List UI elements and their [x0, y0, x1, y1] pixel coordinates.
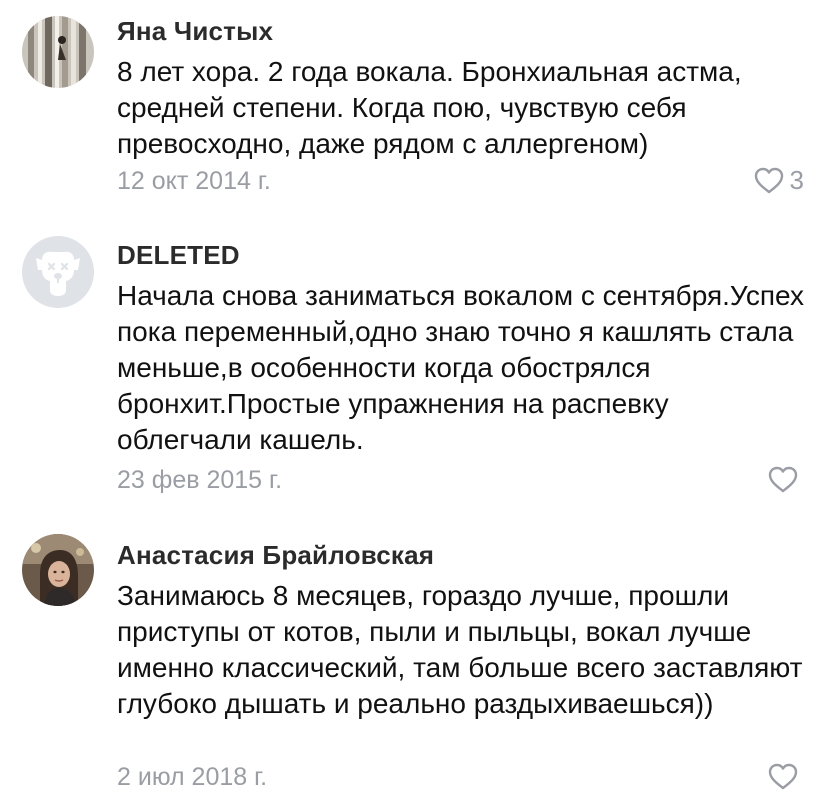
comment-text: Занимаюсь 8 месяцев, гораздо лучше, прош… — [117, 580, 803, 719]
comment-text: Начала снова заниматься вокалом с сентяб… — [117, 280, 804, 455]
comment-date[interactable]: 2 июл 2018 г. — [117, 763, 267, 792]
avatar-photo — [22, 16, 94, 88]
like-button[interactable] — [768, 462, 804, 496]
comment-item: DELETED Начала снова заниматься вокалом … — [0, 220, 828, 520]
comment-author: DELETED — [117, 240, 240, 270]
heart-icon — [768, 763, 798, 790]
comment-author[interactable]: Анастасия Брайловская — [117, 540, 434, 571]
comment-item: Анастасия Брайловская Занимаюсь 8 месяце… — [0, 520, 828, 807]
comment-item: Яна Чистых 8 лет хора. 2 года вокала. Бр… — [0, 0, 828, 220]
avatar[interactable] — [22, 534, 94, 606]
like-button[interactable]: 3 — [754, 163, 804, 197]
comments-feed: Яна Чистых 8 лет хора. 2 года вокала. Бр… — [0, 0, 828, 807]
avatar[interactable] — [22, 16, 94, 88]
comment-date[interactable]: 12 окт 2014 г. — [117, 167, 271, 196]
like-button[interactable] — [768, 759, 804, 793]
comment-date[interactable]: 23 фев 2015 г. — [117, 466, 282, 495]
comment-text: 8 лет хора. 2 года вокала. Бронхиальная … — [117, 56, 742, 159]
comment-author[interactable]: Яна Чистых — [117, 16, 273, 47]
like-count: 3 — [789, 164, 804, 195]
heart-icon — [754, 167, 784, 194]
avatar — [22, 236, 94, 308]
avatar-photo — [22, 534, 94, 606]
heart-icon — [768, 466, 798, 493]
deleted-dog-icon — [22, 236, 94, 308]
